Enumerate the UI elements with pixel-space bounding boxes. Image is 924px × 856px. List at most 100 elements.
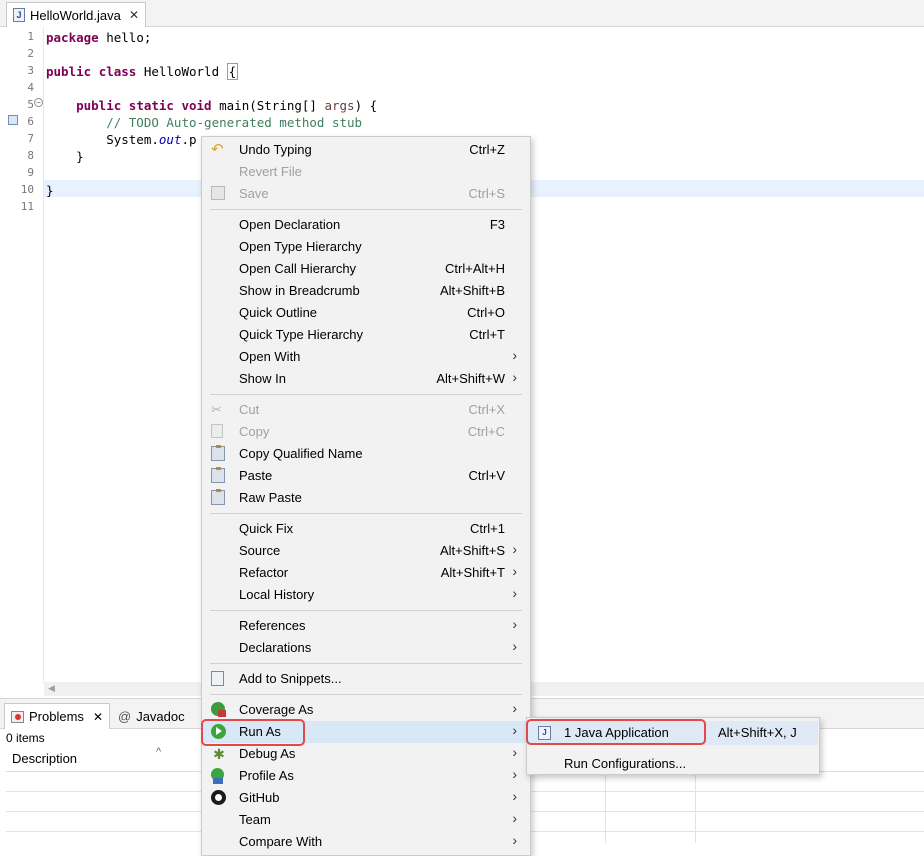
menu-item-debug-as[interactable]: ✱ Debug As › [203, 743, 529, 765]
paste-icon [211, 489, 225, 505]
code-token: } [46, 149, 84, 164]
chevron-right-icon: › [512, 541, 517, 557]
scissors-icon: ✂ [211, 402, 222, 417]
chevron-right-icon: › [512, 766, 517, 782]
chevron-right-icon: › [512, 563, 517, 579]
menu-item-accelerator: Ctrl+V [468, 468, 505, 483]
menu-item-label: Revert File [239, 164, 302, 179]
fold-collapse-icon[interactable]: − [34, 98, 43, 107]
code-token: out [158, 132, 182, 147]
menu-item-compare-with[interactable]: Compare With › [203, 831, 529, 853]
code-token: ) { [354, 98, 378, 113]
code-token: main(String[] [211, 98, 325, 113]
menu-item-raw-paste[interactable]: Raw Paste [203, 487, 529, 509]
menu-item-accelerator: Ctrl+X [468, 402, 505, 417]
code-line: } [46, 182, 54, 199]
problems-icon [11, 710, 25, 723]
menu-item-accelerator: Ctrl+T [469, 327, 505, 342]
javadoc-icon: @ [118, 708, 132, 724]
menu-item-github[interactable]: GitHub › [203, 787, 529, 809]
menu-item-label: Quick Fix [239, 521, 294, 536]
menu-item-show-in-breadcrumb[interactable]: Show in Breadcrumb Alt+Shift+B [203, 280, 529, 302]
menu-separator [210, 694, 522, 695]
menu-item-label: Coverage As [239, 702, 314, 717]
editor-tab-helloworld[interactable]: J HelloWorld.java ✕ [6, 2, 146, 27]
profile-icon [211, 768, 224, 784]
menu-separator [210, 610, 522, 611]
menu-item-label: Refactor [239, 565, 289, 580]
chevron-right-icon: › [512, 722, 517, 738]
close-icon[interactable]: ✕ [129, 8, 139, 22]
debug-icon: ✱ [213, 746, 225, 762]
menu-item-run-configurations[interactable]: Run Configurations... [528, 752, 818, 776]
menu-item-accelerator: Alt+Shift+T [440, 565, 505, 580]
run-as-highlight [201, 719, 305, 746]
menu-item-accelerator: Alt+Shift+W [436, 371, 505, 386]
tab-javadoc[interactable]: @ Javadoc [112, 703, 191, 729]
menu-item-open-type-hierarchy[interactable]: Open Type Hierarchy [203, 236, 529, 258]
tab-problems[interactable]: Problems ✕ [4, 703, 110, 729]
line-number: 3 [27, 64, 34, 77]
menu-item-label: Open Declaration [239, 217, 341, 232]
line-number: 9 [27, 166, 34, 179]
menu-item-refactor[interactable]: Refactor Alt+Shift+T › [203, 562, 529, 584]
menu-item-profile-as[interactable]: Profile As › [203, 765, 529, 787]
menu-item-open-declaration[interactable]: Open Declaration F3 [203, 214, 529, 236]
menu-item-local-history[interactable]: Local History › [203, 584, 529, 606]
chevron-right-icon: › [512, 585, 517, 601]
menu-item-label: Paste [239, 468, 273, 483]
items-count: 0 items [6, 731, 45, 745]
column-header-label: Description [12, 751, 78, 766]
code-line: public class HelloWorld { [46, 63, 239, 80]
menu-item-references[interactable]: References › [203, 615, 529, 637]
menu-item-label: Open Type Hierarchy [239, 239, 362, 254]
code-token: { [226, 63, 239, 80]
java-application-highlight [526, 719, 706, 745]
menu-item-open-with[interactable]: Open With › [203, 346, 529, 368]
code-token: class [98, 64, 137, 79]
menu-item-label: Declarations [239, 640, 312, 655]
menu-item-label: Undo Typing [239, 142, 312, 157]
menu-item-label: Copy [239, 424, 270, 439]
menu-item-show-in[interactable]: Show In Alt+Shift+W › [203, 368, 529, 390]
menu-item-copy: Copy Ctrl+C [203, 421, 529, 443]
menu-item-accelerator: F3 [489, 217, 505, 232]
code-token: args [324, 98, 355, 113]
code-line: } [46, 148, 84, 165]
menu-item-label: Profile As [239, 768, 294, 783]
menu-item-source[interactable]: Source Alt+Shift+S › [203, 540, 529, 562]
menu-item-label: Cut [239, 402, 260, 417]
line-number: 4 [27, 81, 34, 94]
menu-item-undo-typing[interactable]: ↶ Undo Typing Ctrl+Z [203, 139, 529, 161]
paste-icon [211, 467, 225, 483]
menu-item-team[interactable]: Team › [203, 809, 529, 831]
menu-item-label: Team [239, 812, 271, 827]
code-token: static [128, 98, 174, 113]
menu-item-label: Open Call Hierarchy [239, 261, 357, 276]
menu-item-add-to-snippets[interactable]: Add to Snippets... [203, 668, 529, 690]
menu-separator [210, 663, 522, 664]
menu-item-copy-qualified-name[interactable]: Copy Qualified Name [203, 443, 529, 465]
menu-item-coverage-as[interactable]: Coverage As › [203, 699, 529, 721]
tab-problems-label: Problems [29, 709, 84, 724]
menu-item-label: Quick Type Hierarchy [239, 327, 364, 342]
menu-item-declarations[interactable]: Declarations › [203, 637, 529, 659]
menu-item-quick-outline[interactable]: Quick Outline Ctrl+O [203, 302, 529, 324]
code-token: } [46, 183, 54, 198]
scroll-left-arrow-icon[interactable]: ◀ [48, 683, 55, 694]
menu-item-cut: ✂ Cut Ctrl+X [203, 399, 529, 421]
line-number: 11 [20, 200, 34, 213]
menu-item-open-call-hierarchy[interactable]: Open Call Hierarchy Ctrl+Alt+H [203, 258, 529, 280]
menu-item-label: Run Configurations... [564, 756, 687, 771]
menu-item-label: GitHub [239, 790, 280, 805]
menu-item-label: Quick Outline [239, 305, 318, 320]
code-token: HelloWorld [136, 64, 227, 79]
menu-item-quick-type-hierarchy[interactable]: Quick Type Hierarchy Ctrl+T [203, 324, 529, 346]
close-icon[interactable]: ✕ [93, 710, 103, 724]
menu-item-paste[interactable]: Paste Ctrl+V [203, 465, 529, 487]
menu-separator [210, 513, 522, 514]
menu-item-accelerator: Ctrl+S [468, 186, 505, 201]
menu-item-quick-fix[interactable]: Quick Fix Ctrl+1 [203, 518, 529, 540]
chevron-right-icon: › [512, 638, 517, 654]
code-token: public [46, 64, 92, 79]
